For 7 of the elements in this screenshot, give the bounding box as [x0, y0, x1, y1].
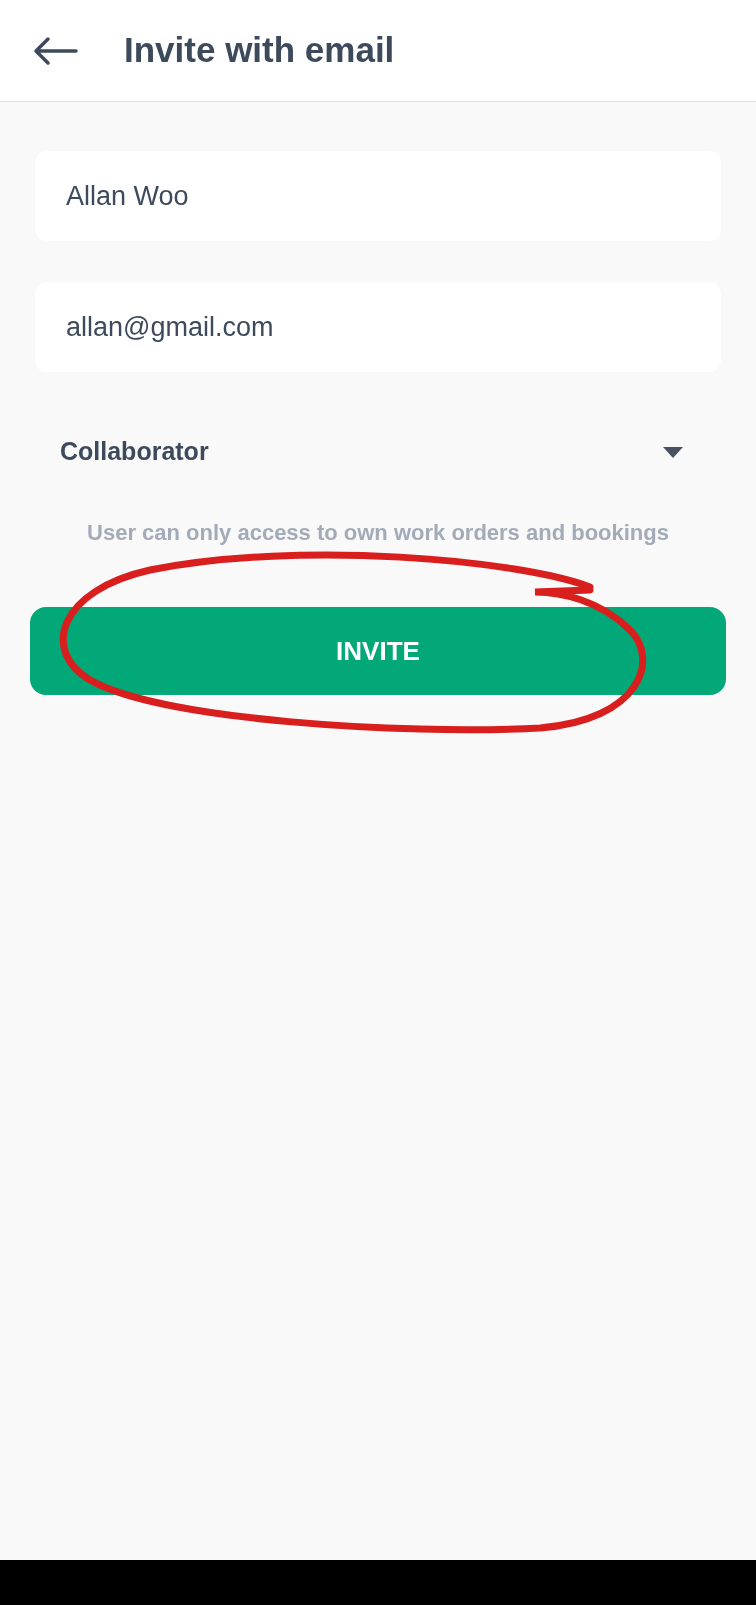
role-description: User can only access to own work orders and bookings: [86, 519, 670, 547]
email-field[interactable]: allan@gmail.com: [35, 282, 721, 372]
screen-title: Invite with email: [124, 29, 395, 72]
role-dropdown[interactable]: Collaborator: [35, 412, 721, 492]
name-field[interactable]: Allan Woo: [35, 151, 721, 241]
back-icon[interactable]: [32, 35, 78, 66]
dropdown-caret-icon: [663, 446, 683, 458]
